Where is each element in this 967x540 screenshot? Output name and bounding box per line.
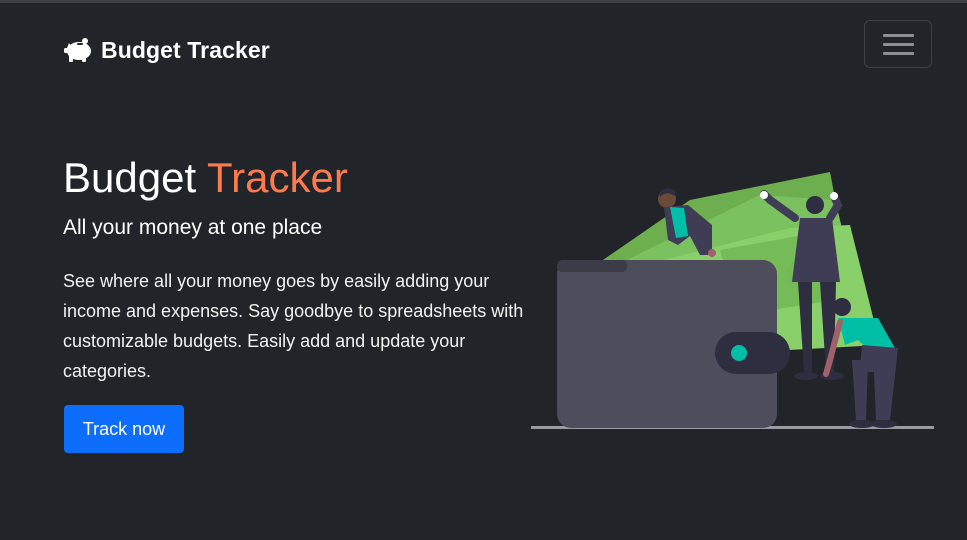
hero-description: See where all your money goes by easily …: [63, 271, 524, 381]
wallet-clasp: [715, 332, 790, 374]
person-middle-head: [806, 196, 824, 214]
person-right-head: [833, 298, 851, 316]
brand-text: Budget Tracker: [101, 36, 270, 63]
piggy-bank-icon: [64, 38, 91, 62]
hero-title-accent: Tracker: [207, 154, 348, 201]
wallet-with-money-people-illustration: [531, 172, 934, 429]
wallet-clasp-button: [731, 345, 747, 361]
brand-link[interactable]: Budget Tracker: [63, 35, 270, 65]
navbar: Budget Tracker: [0, 3, 967, 93]
hero-subtitle: All your money at one place: [63, 216, 323, 239]
track-now-button[interactable]: Track now: [64, 405, 184, 453]
wallet-top-edge: [557, 260, 627, 272]
person-middle-jacket: [792, 218, 840, 282]
hero-title-main: Budget: [63, 154, 197, 201]
menu-toggle-button[interactable]: [864, 20, 932, 68]
hero-title: Budget Tracker: [63, 150, 348, 206]
